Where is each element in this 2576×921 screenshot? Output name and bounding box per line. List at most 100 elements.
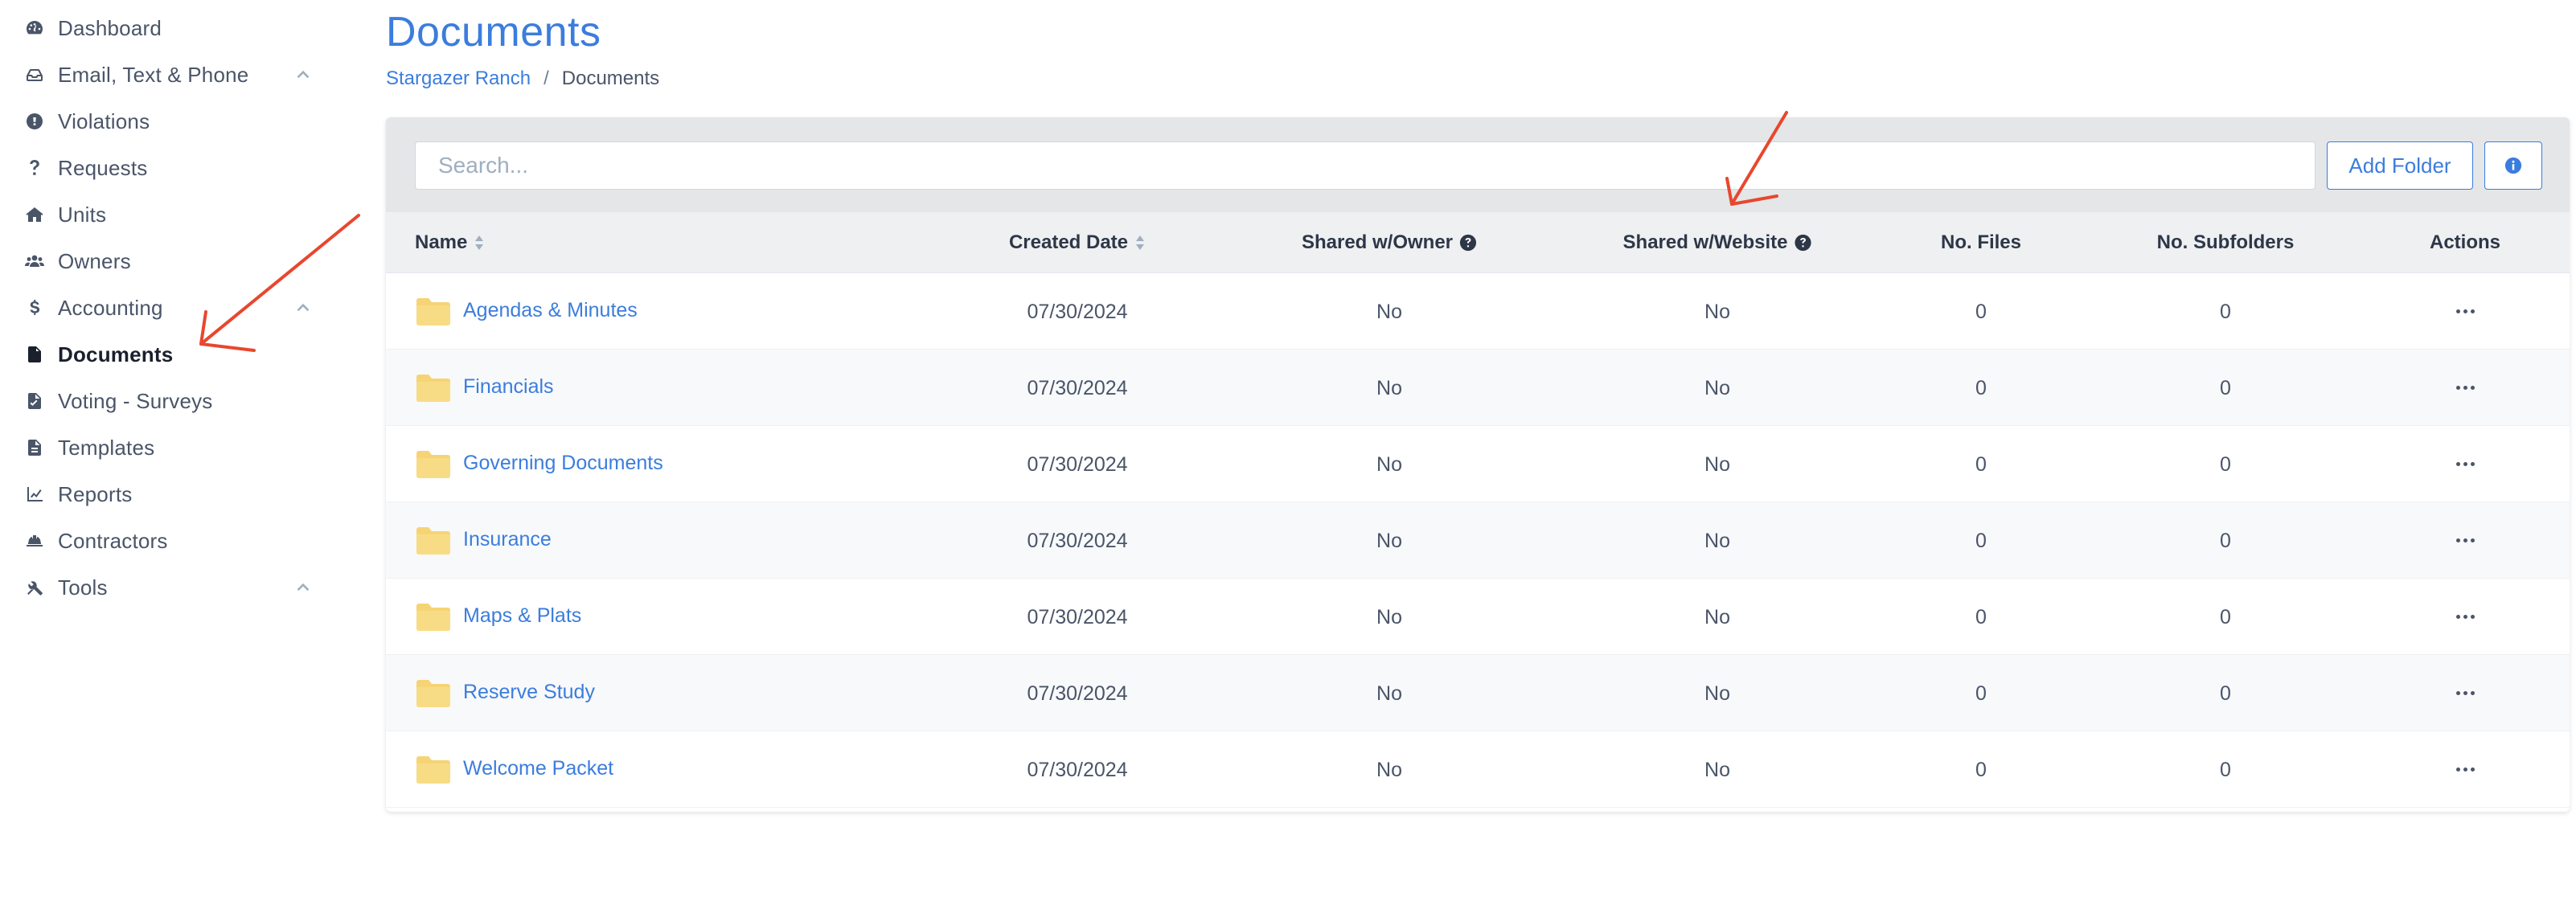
sidebar-item-requests[interactable]: Requests [23,148,320,188]
ellipsis-dot [2455,538,2460,542]
shared-website-cell: No [1704,759,1730,781]
sort-icon[interactable] [1134,234,1146,252]
column-header-label: Name [415,231,468,253]
ellipsis-dot [2463,767,2467,772]
sidebar-item-tools[interactable]: Tools [23,567,320,608]
actions-menu-button[interactable] [2451,375,2480,399]
created-date-cell: 07/30/2024 [1027,377,1128,399]
sidebar-item-reports[interactable]: Reports [23,474,320,514]
folder-name-link[interactable]: Governing Documents [463,452,663,475]
sidebar-item-violations[interactable]: Violations [23,101,320,141]
sidebar-item-label: Contractors [58,528,168,553]
folder-name-link[interactable]: Welcome Packet [463,757,613,780]
sidebar-item-label: Documents [58,342,174,366]
shared-website-cell: No [1704,530,1730,552]
question-circle-icon[interactable] [1459,234,1477,252]
ellipsis-dot [2463,614,2467,619]
sidebar-item-label: Email, Text & Phone [58,62,249,87]
search-input[interactable] [415,141,2316,190]
info-button[interactable] [2484,141,2542,190]
ellipsis-dot [2463,690,2467,695]
sidebar-item-label: Accounting [58,295,163,320]
ellipsis-dot [2455,690,2460,695]
column-header-created-date[interactable]: Created Date [1009,212,1146,273]
toolbar: Add Folder [386,117,2570,212]
actions-menu-button[interactable] [2451,452,2480,476]
column-header-label: Actions [2429,231,2501,253]
sidebar-item-label: Requests [58,155,148,180]
chart-line-icon [23,482,47,506]
folder-name-link[interactable]: Reserve Study [463,681,595,704]
column-header-shared-owner: Shared w/Owner [1302,212,1477,273]
table-row: Governing Documents 07/30/2024 No No 0 0 [386,426,2570,502]
users-icon [23,249,47,273]
table-row: Reserve Study 07/30/2024 No No 0 0 [386,655,2570,731]
ellipsis-dot [2455,461,2460,466]
chevron-up-icon[interactable] [293,577,314,598]
sidebar-item-contractors[interactable]: Contractors [23,521,320,561]
folder-name-link[interactable]: Financials [463,375,554,399]
folder-name-link[interactable]: Insurance [463,528,552,551]
subfolder-count-cell: 0 [2220,606,2231,628]
shared-website-cell: No [1704,301,1730,323]
file-count-cell: 0 [1975,682,1987,705]
column-header-label: No. Subfolders [2156,231,2295,253]
file-count-cell: 0 [1975,453,1987,476]
file-count-cell: 0 [1975,606,1987,628]
created-date-cell: 07/30/2024 [1027,301,1128,323]
actions-menu-button[interactable] [2451,604,2480,628]
shared-owner-cell: No [1376,377,1402,399]
folder-icon [415,297,452,326]
shared-owner-cell: No [1376,759,1402,781]
ellipsis-dot [2463,461,2467,466]
table-row: Maps & Plats 07/30/2024 No No 0 0 [386,579,2570,655]
shared-owner-cell: No [1376,682,1402,705]
column-header-shared-website: Shared w/Website [1623,212,1812,273]
table-row: Agendas & Minutes 07/30/2024 No No 0 0 [386,273,2570,350]
tools-icon [23,575,47,600]
ellipsis-dot [2470,385,2475,390]
column-header-name[interactable]: Name [415,212,485,273]
ellipsis-dot [2470,538,2475,542]
column-header-no-files: No. Files [1941,212,2021,273]
column-header-actions: Actions [2430,212,2500,273]
breadcrumb-link-community[interactable]: Stargazer Ranch [386,68,531,90]
sidebar-item-templates[interactable]: Templates [23,428,320,468]
subfolder-count-cell: 0 [2220,377,2231,399]
tachometer-icon [23,16,47,40]
folder-icon [415,374,452,403]
table-row: Financials 07/30/2024 No No 0 0 [386,350,2570,426]
shared-owner-cell: No [1376,606,1402,628]
table-row: Welcome Packet 07/30/2024 No No 0 0 [386,731,2570,808]
breadcrumb-current: Documents [561,68,660,89]
shared-website-cell: No [1704,377,1730,399]
column-header-label: Created Date [1008,231,1129,253]
add-folder-button[interactable]: Add Folder [2327,141,2473,190]
column-header-label: Shared w/Website [1622,231,1788,253]
sidebar-item-voting-surveys[interactable]: Voting - Surveys [23,381,320,421]
subfolder-count-cell: 0 [2220,682,2231,705]
file-count-cell: 0 [1975,530,1987,552]
actions-menu-button[interactable] [2451,757,2480,781]
sidebar-item-label: Voting - Surveys [58,388,213,413]
chevron-up-icon[interactable] [293,64,314,85]
actions-menu-button[interactable] [2451,299,2480,323]
actions-menu-button[interactable] [2451,681,2480,705]
folder-name-link[interactable]: Maps & Plats [463,604,581,628]
ellipsis-dot [2455,309,2460,313]
actions-menu-button[interactable] [2451,528,2480,552]
created-date-cell: 07/30/2024 [1027,759,1128,781]
ellipsis-dot [2463,309,2467,313]
ellipsis-dot [2455,385,2460,390]
sidebar-item-email-text-phone[interactable]: Email, Text & Phone [23,55,320,95]
folder-name-link[interactable]: Agendas & Minutes [463,299,638,322]
sidebar-item-dashboard[interactable]: Dashboard [23,8,320,48]
ellipsis-dot [2455,614,2460,619]
table-header: Name Created Date Shared w/Owner Shared … [386,212,2570,273]
sort-icon[interactable] [474,234,485,252]
ellipsis-dot [2470,767,2475,772]
breadcrumb: Stargazer Ranch / Documents [386,68,659,90]
column-header-label: Shared w/Owner [1301,231,1454,253]
question-circle-icon[interactable] [1794,234,1811,252]
question-icon [23,156,47,180]
